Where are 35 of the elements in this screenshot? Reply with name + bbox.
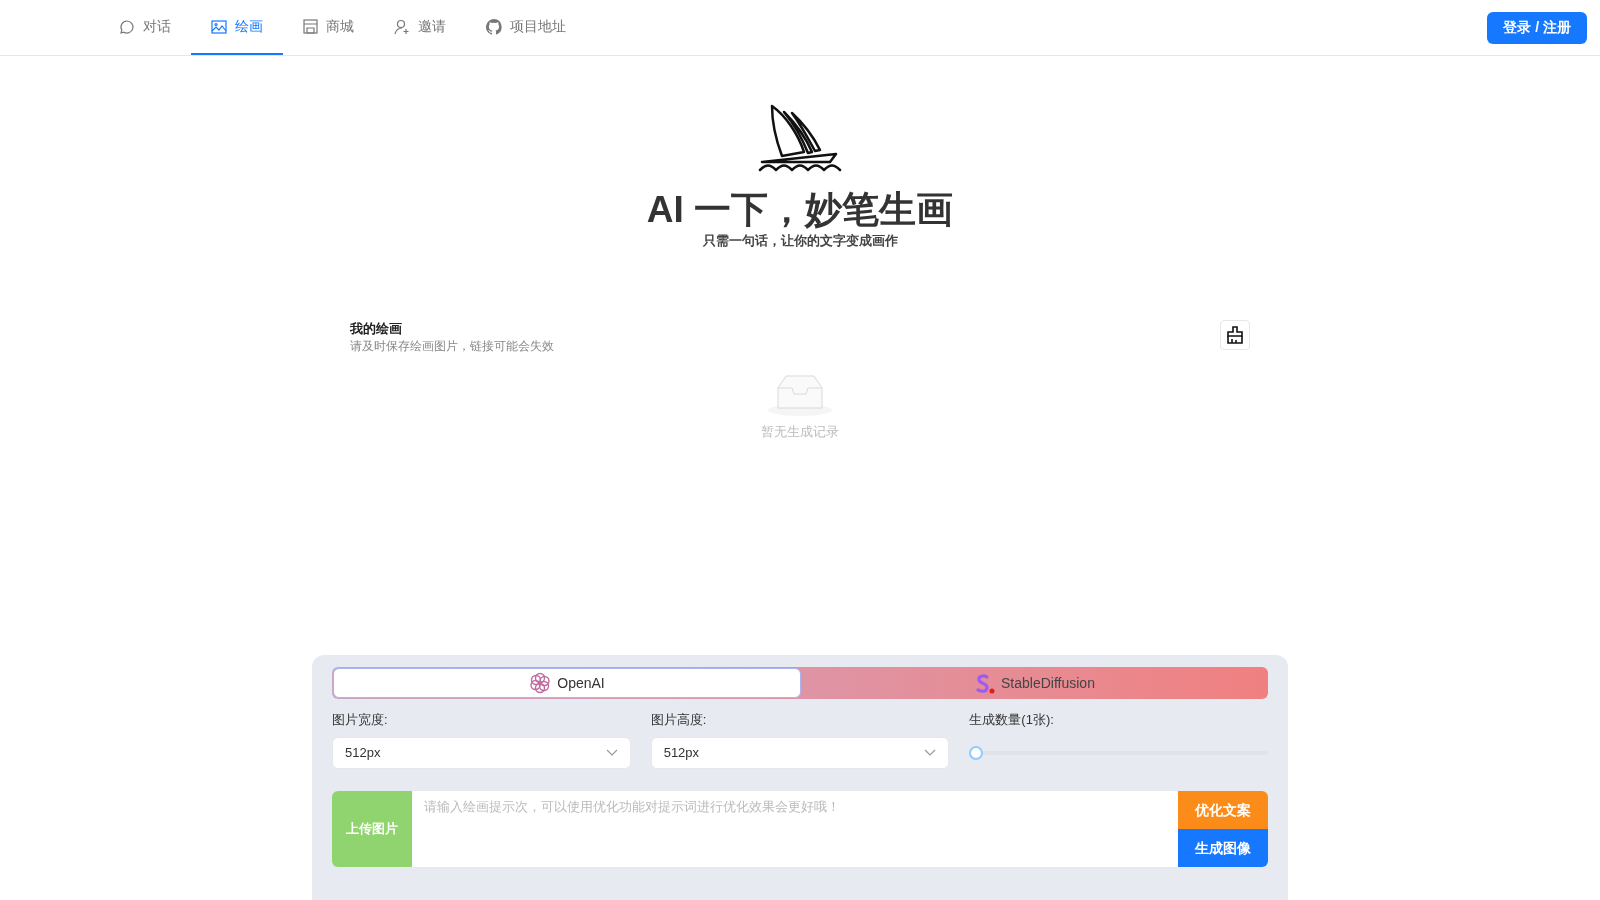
chevron-down-icon — [605, 749, 618, 757]
nav-tab[interactable]: 邀请 — [374, 0, 466, 55]
count-slider[interactable] — [969, 746, 1268, 760]
github-icon — [486, 18, 502, 35]
section-note: 请及时保存绘画图片，链接可能会失效 — [350, 338, 554, 354]
hero-title: AI 一下，妙笔生画 — [646, 188, 954, 232]
model-tab[interactable]: OpenAI — [333, 668, 801, 698]
field-label: 图片宽度: — [332, 711, 389, 729]
generate-button[interactable]: 生成图像 — [1178, 829, 1268, 867]
field-label: 生成数量(1张): — [969, 711, 1055, 729]
width-select[interactable]: 512px — [332, 737, 631, 769]
hero-subtitle: 只需一句话，让你的文字变成画作 — [702, 232, 898, 250]
chat-bubble-icon — [119, 18, 135, 35]
nav-tab[interactable]: 对话 — [99, 0, 191, 55]
nav-tab[interactable]: 项目地址 — [466, 0, 586, 55]
image-icon — [211, 19, 227, 34]
sailboat-logo-icon — [758, 104, 842, 174]
chevron-down-icon — [924, 749, 937, 757]
height-select[interactable]: 512px — [650, 737, 950, 769]
letter-logo-icon — [973, 672, 996, 694]
empty-text: 暂无生成记录 — [761, 423, 839, 441]
broom-icon — [1226, 326, 1244, 344]
section-title: 我的绘画 — [350, 320, 403, 338]
nav-tab[interactable]: 商城 — [283, 0, 374, 55]
nav-tab[interactable]: 绘画 — [191, 0, 283, 55]
knot-logo-icon — [529, 672, 552, 694]
slider-handle[interactable] — [969, 746, 984, 760]
clear-button[interactable] — [1220, 320, 1250, 350]
model-tab[interactable]: StableDiffusion — [801, 668, 1267, 698]
field-label: 图片高度: — [650, 711, 708, 729]
empty-inbox-icon — [768, 374, 832, 416]
store-icon — [303, 19, 318, 34]
prompt-input[interactable]: 请输入绘画提示次，可以使用优化功能对提示词进行优化效果会更好哦！ — [412, 791, 1178, 867]
login-button[interactable]: 登录 / 注册 — [1487, 11, 1587, 44]
user-plus-icon — [394, 18, 410, 35]
